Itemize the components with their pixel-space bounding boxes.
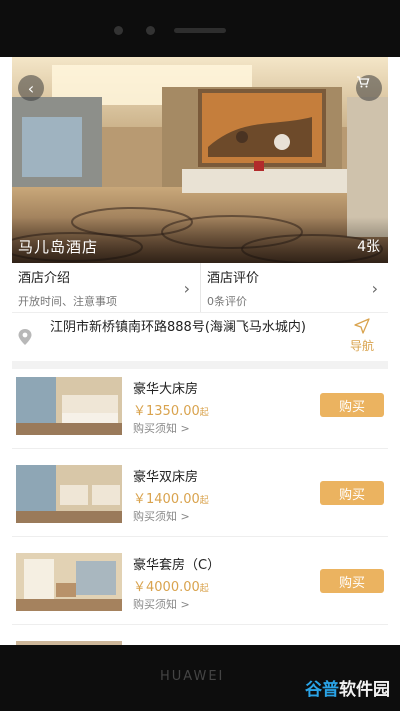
hotel-review-link[interactable]: 酒店评价 0条评价 ›	[200, 263, 388, 312]
room-thumbnail	[16, 553, 122, 611]
chevron-right-icon: ›	[183, 279, 190, 298]
site-watermark: 谷普软件园	[305, 680, 390, 700]
buy-button[interactable]: 购买	[320, 393, 384, 417]
phone-top-bezel	[0, 0, 400, 57]
address-row: 江阴市新桥镇南环路888号(海澜飞马水城内) 导航	[12, 313, 388, 361]
purchase-notes-link[interactable]: 购买须知 >	[133, 508, 190, 524]
location-pin-icon	[18, 329, 32, 345]
purchase-notes-link[interactable]: 购买须知 >	[133, 420, 190, 436]
section-divider	[12, 361, 388, 369]
hotel-info-row: 酒店介绍 开放时间、注意事项 › 酒店评价 0条评价 ›	[12, 263, 388, 313]
room-item-partial	[12, 633, 388, 645]
room-name: 豪华大床房	[133, 382, 199, 397]
photo-count: 4张	[357, 239, 380, 255]
app-screen: ‹ 马儿岛酒店 4张 酒店介绍 开放时间、注意事项 › 酒店评价 0条评价 ›	[12, 57, 388, 645]
phone-bottom-bezel: HUAWEI 谷普软件园	[0, 645, 400, 711]
room-thumbnail	[16, 377, 122, 435]
proximity-sensor	[146, 26, 155, 35]
navigation-button[interactable]: 导航	[344, 318, 380, 354]
room-name: 豪华双床房	[133, 470, 199, 485]
earpiece-speaker	[174, 28, 226, 33]
review-count: 0条评价	[207, 295, 247, 308]
room-price: ￥1400.00起	[133, 492, 209, 507]
front-camera	[114, 26, 123, 35]
room-item[interactable]: 豪华大床房 ￥1350.00起 购买须知 > 购买	[12, 369, 388, 449]
room-thumbnail	[16, 465, 122, 523]
room-item[interactable]: 豪华双床房 ￥1400.00起 购买须知 > 购买	[12, 457, 388, 537]
intro-title: 酒店介绍	[18, 271, 71, 286]
review-title: 酒店评价	[207, 271, 260, 286]
hotel-intro-link[interactable]: 酒店介绍 开放时间、注意事项 ›	[12, 263, 200, 312]
room-item[interactable]: 豪华套房（C） ￥4000.00起 购买须知 > 购买	[12, 545, 388, 625]
cart-icon	[357, 76, 370, 88]
hotel-name: 马儿岛酒店	[18, 238, 99, 256]
intro-subtitle: 开放时间、注意事项	[18, 295, 117, 308]
room-name: 豪华套房（C）	[133, 558, 221, 573]
navigation-arrow-icon	[354, 318, 370, 334]
chevron-right-icon: ›	[371, 279, 378, 298]
navigation-label: 导航	[349, 339, 374, 353]
device-brand-logo: HUAWEI	[160, 669, 225, 684]
hotel-photo-gallery[interactable]: ‹ 马儿岛酒店 4张	[12, 57, 388, 263]
chevron-left-icon: ‹	[27, 78, 35, 98]
room-price: ￥1350.00起	[133, 404, 209, 419]
buy-button[interactable]: 购买	[320, 481, 384, 505]
cart-button[interactable]	[356, 75, 382, 101]
back-button[interactable]: ‹	[18, 75, 44, 101]
purchase-notes-link[interactable]: 购买须知 >	[133, 596, 190, 612]
hotel-address: 江阴市新桥镇南环路888号(海澜飞马水城内)	[50, 320, 306, 335]
buy-button[interactable]: 购买	[320, 569, 384, 593]
room-price: ￥4000.00起	[133, 580, 209, 595]
